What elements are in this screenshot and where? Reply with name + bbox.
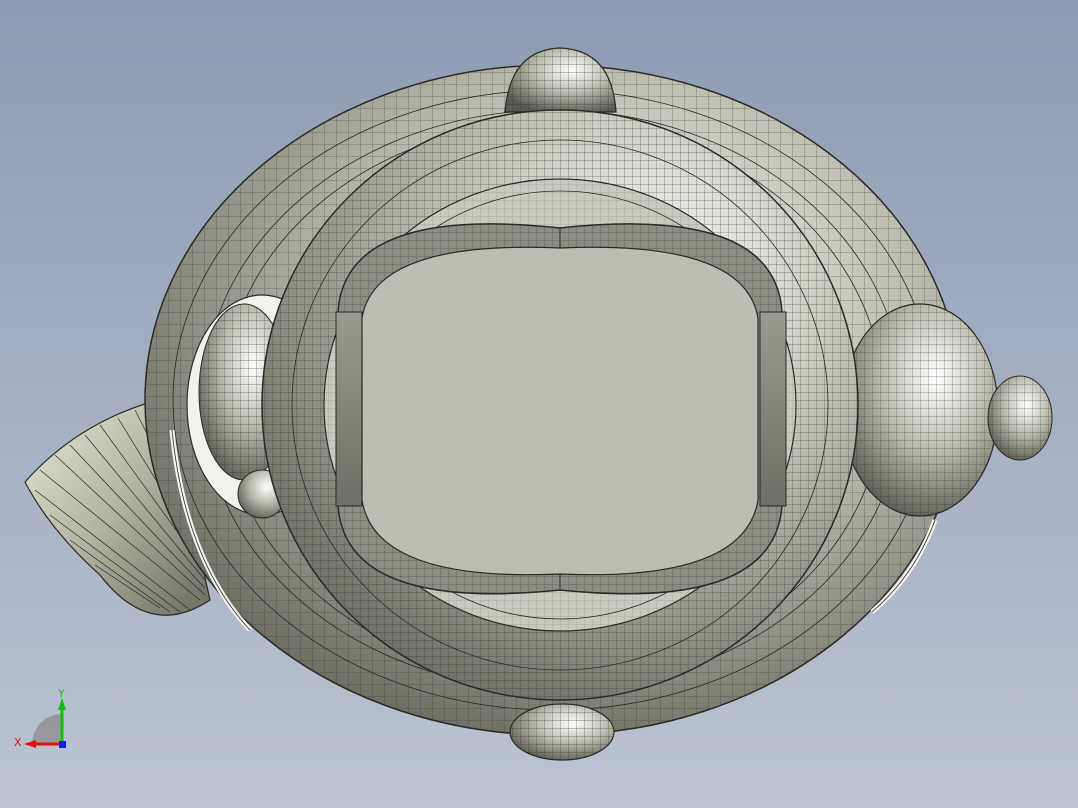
lid-opening[interactable] bbox=[335, 223, 787, 595]
top-knob[interactable] bbox=[504, 47, 617, 113]
graphics-viewport[interactable]: Y X bbox=[0, 0, 1078, 808]
z-axis-marker bbox=[59, 741, 66, 748]
x-axis-label: X bbox=[14, 736, 22, 749]
teapot-model-wireframe[interactable] bbox=[0, 0, 1078, 808]
y-axis-label: Y bbox=[57, 687, 65, 700]
coordinate-triad: Y X bbox=[14, 687, 66, 749]
bottom-knob[interactable] bbox=[509, 703, 615, 761]
